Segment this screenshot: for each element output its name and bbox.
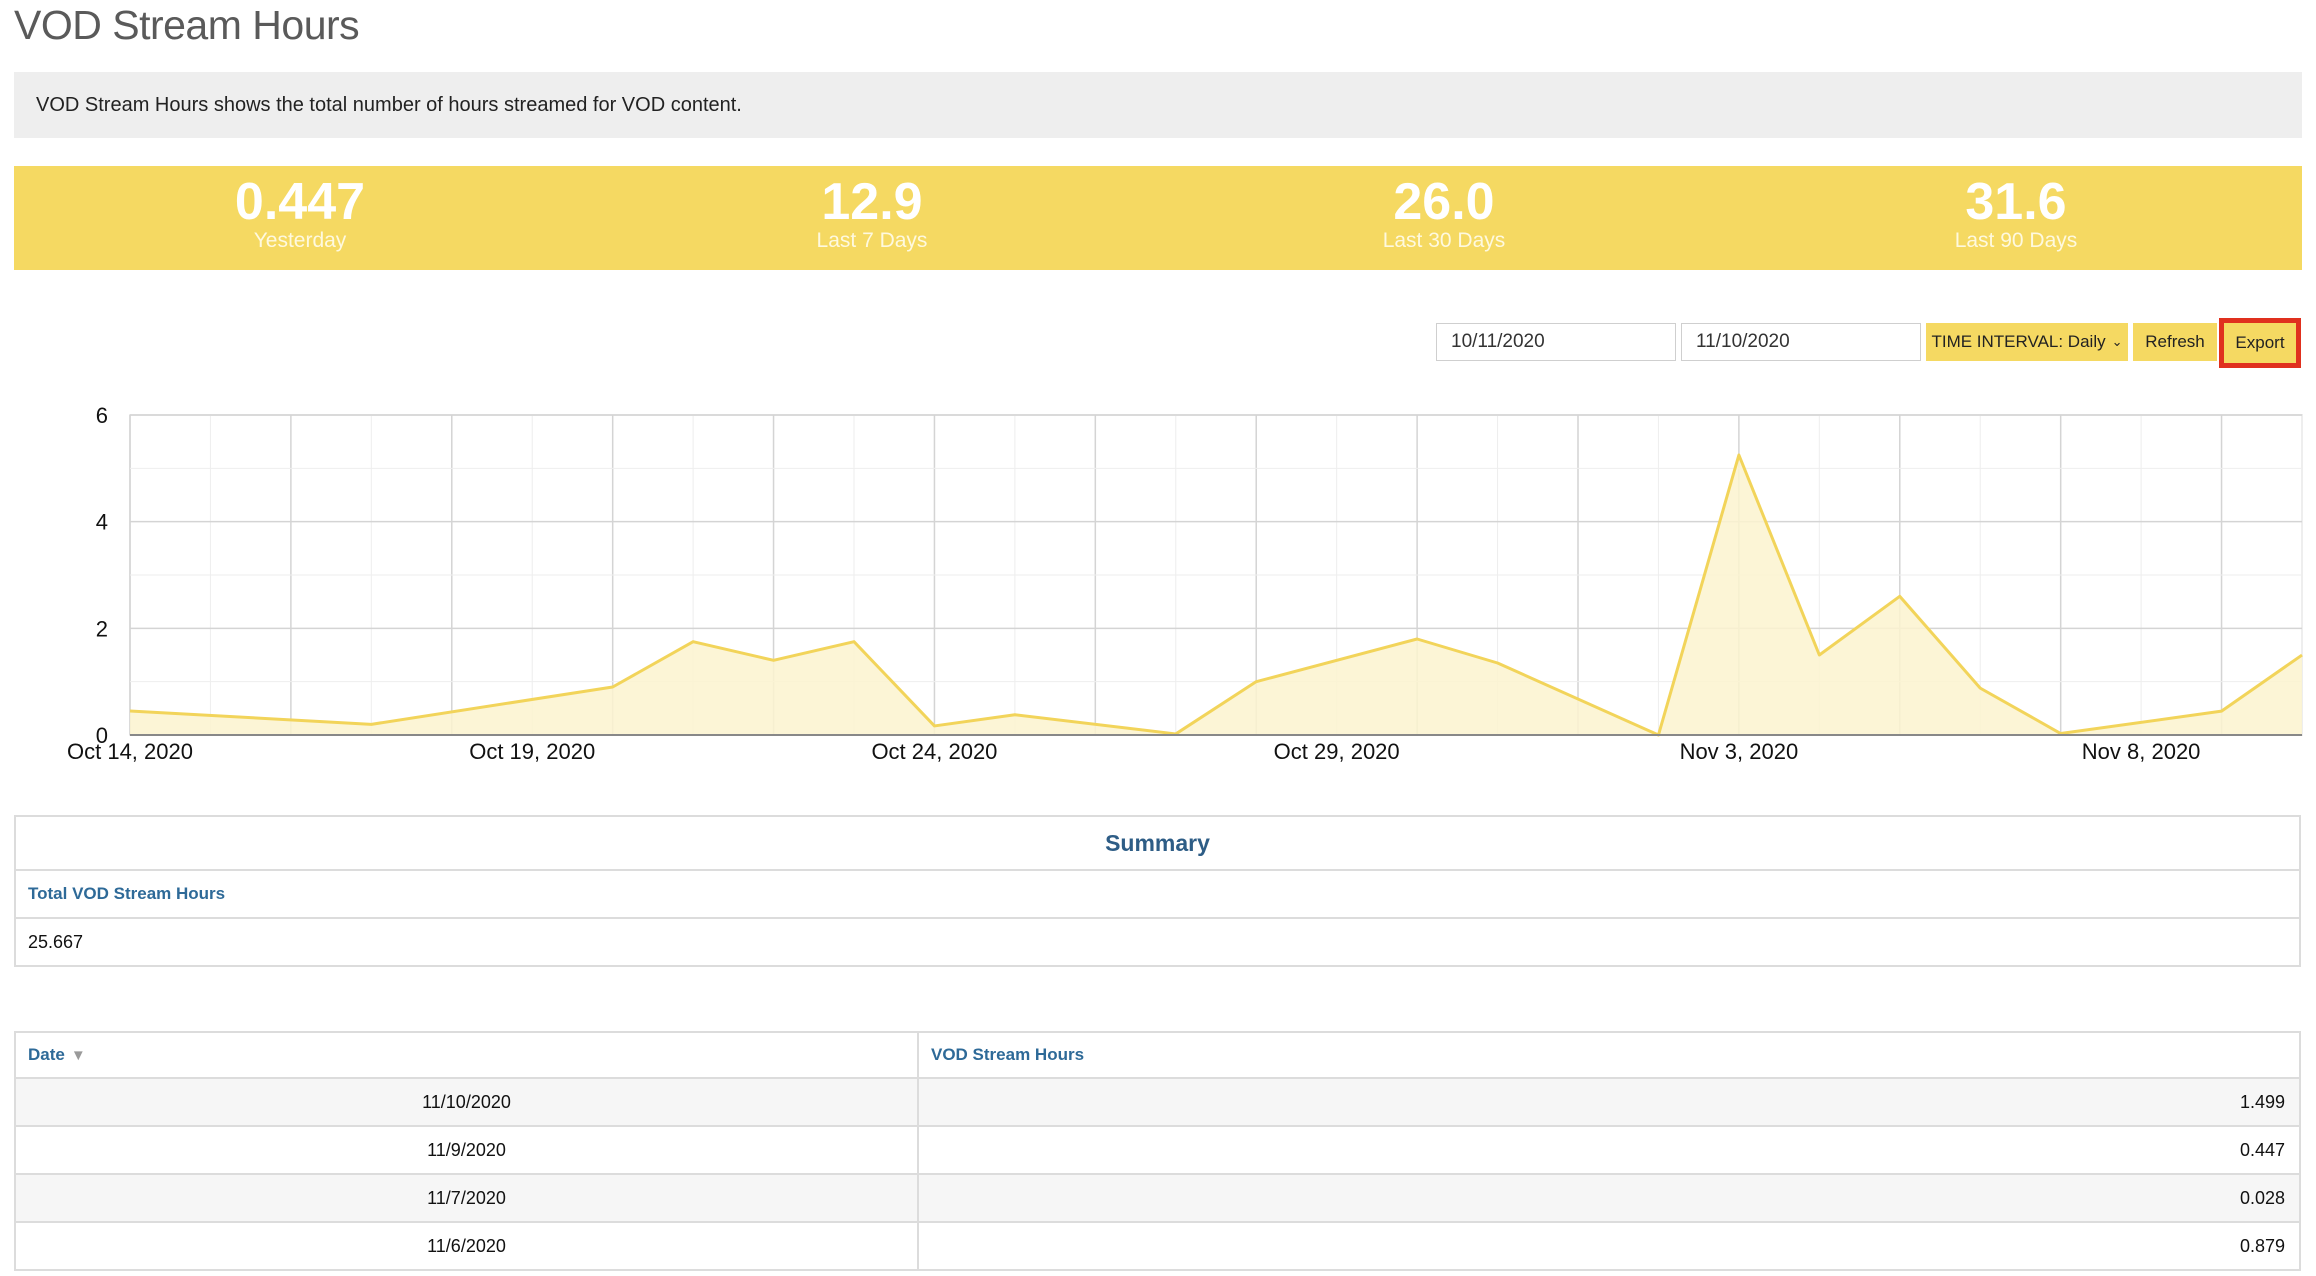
start-date-input[interactable]: [1436, 323, 1676, 361]
export-highlight: Export: [2219, 318, 2301, 368]
table-header-row: Date ▼ VOD Stream Hours: [16, 1033, 2299, 1079]
hours-header-label: VOD Stream Hours: [931, 1045, 1085, 1064]
stat-label: Last 90 Days: [1954, 229, 2078, 252]
x-tick-label: Oct 14, 2020: [67, 739, 193, 764]
page-title: VOD Stream Hours: [14, 2, 360, 48]
y-tick-label: 4: [96, 510, 108, 535]
stat-yesterday: 0.447 Yesterday: [14, 166, 586, 270]
x-tick-label: Oct 19, 2020: [469, 739, 595, 764]
y-tick-label: 6: [96, 403, 108, 428]
table-row: 11/6/2020 0.879: [16, 1223, 2299, 1271]
x-tick-label: Oct 24, 2020: [871, 739, 997, 764]
hours-cell: 0.447: [2239, 1139, 2285, 1160]
x-tick-label: Oct 29, 2020: [1274, 739, 1400, 764]
stats-bar: 0.447 Yesterday 12.9 Last 7 Days 26.0 La…: [14, 166, 2302, 270]
end-date-input[interactable]: [1681, 323, 1921, 361]
x-tick-label: Nov 8, 2020: [2082, 739, 2201, 764]
page-description: VOD Stream Hours shows the total number …: [36, 93, 742, 116]
data-table: Date ▼ VOD Stream Hours 11/10/2020 1.499…: [14, 1031, 2301, 1271]
description-bar: VOD Stream Hours shows the total number …: [14, 72, 2302, 138]
stat-last-7-days: 12.9 Last 7 Days: [586, 166, 1158, 270]
date-header-label: Date: [28, 1045, 65, 1064]
stat-value: 12.9: [821, 173, 923, 231]
summary-table: Summary Total VOD Stream Hours 25.667: [14, 815, 2301, 967]
hours-cell: 1.499: [2239, 1091, 2285, 1112]
stat-value: 26.0: [1393, 173, 1495, 231]
refresh-button[interactable]: Refresh: [2133, 323, 2217, 361]
table-row: 11/9/2020 0.447: [16, 1127, 2299, 1175]
x-tick-label: Nov 3, 2020: [1680, 739, 1799, 764]
summary-column-header[interactable]: Total VOD Stream Hours: [16, 871, 2299, 919]
hours-cell: 0.879: [2239, 1235, 2285, 1256]
hours-cell: 0.028: [2239, 1187, 2285, 1208]
stat-last-30-days: 26.0 Last 30 Days: [1158, 166, 1730, 270]
stat-value: 0.447: [234, 173, 366, 231]
table-row: 11/7/2020 0.028: [16, 1175, 2299, 1223]
date-cell: 11/7/2020: [16, 1175, 919, 1221]
date-cell: 11/9/2020: [16, 1127, 919, 1173]
summary-title: Summary: [16, 817, 2299, 871]
sort-desc-icon: ▼: [70, 1046, 86, 1064]
stat-last-90-days: 31.6 Last 90 Days: [1730, 166, 2302, 270]
y-tick-label: 2: [96, 616, 108, 641]
date-column-header[interactable]: Date ▼: [16, 1033, 919, 1077]
time-interval-label: TIME INTERVAL: Daily: [1931, 332, 2106, 351]
chart-controls: TIME INTERVAL: Daily ⌄ Refresh Export: [0, 318, 2316, 368]
hours-column-header[interactable]: VOD Stream Hours: [919, 1033, 2299, 1077]
time-interval-dropdown[interactable]: TIME INTERVAL: Daily ⌄: [1926, 323, 2128, 361]
stream-hours-chart: 0 2 4 6 Oct 14, 2020 Oct 19, 2020 Oct 24, 2020…: [0, 395, 2316, 775]
stat-label: Last 7 Days: [816, 229, 928, 252]
stat-label: Yesterday: [253, 229, 347, 252]
summary-total-value: 25.667: [28, 931, 84, 952]
chevron-down-icon: ⌄: [2111, 334, 2123, 349]
area-chart-svg: 0246Oct 14, 2020 Oct 19, 2020 Oct 24, 2020…: [67, 403, 2303, 764]
table-row: 11/10/2020 1.499: [16, 1079, 2299, 1127]
stat-value: 31.6: [1965, 173, 2067, 231]
export-button[interactable]: Export: [2224, 323, 2296, 363]
stat-label: Last 30 Days: [1382, 229, 1506, 252]
date-cell: 11/6/2020: [16, 1223, 919, 1269]
date-cell: 11/10/2020: [16, 1079, 919, 1125]
